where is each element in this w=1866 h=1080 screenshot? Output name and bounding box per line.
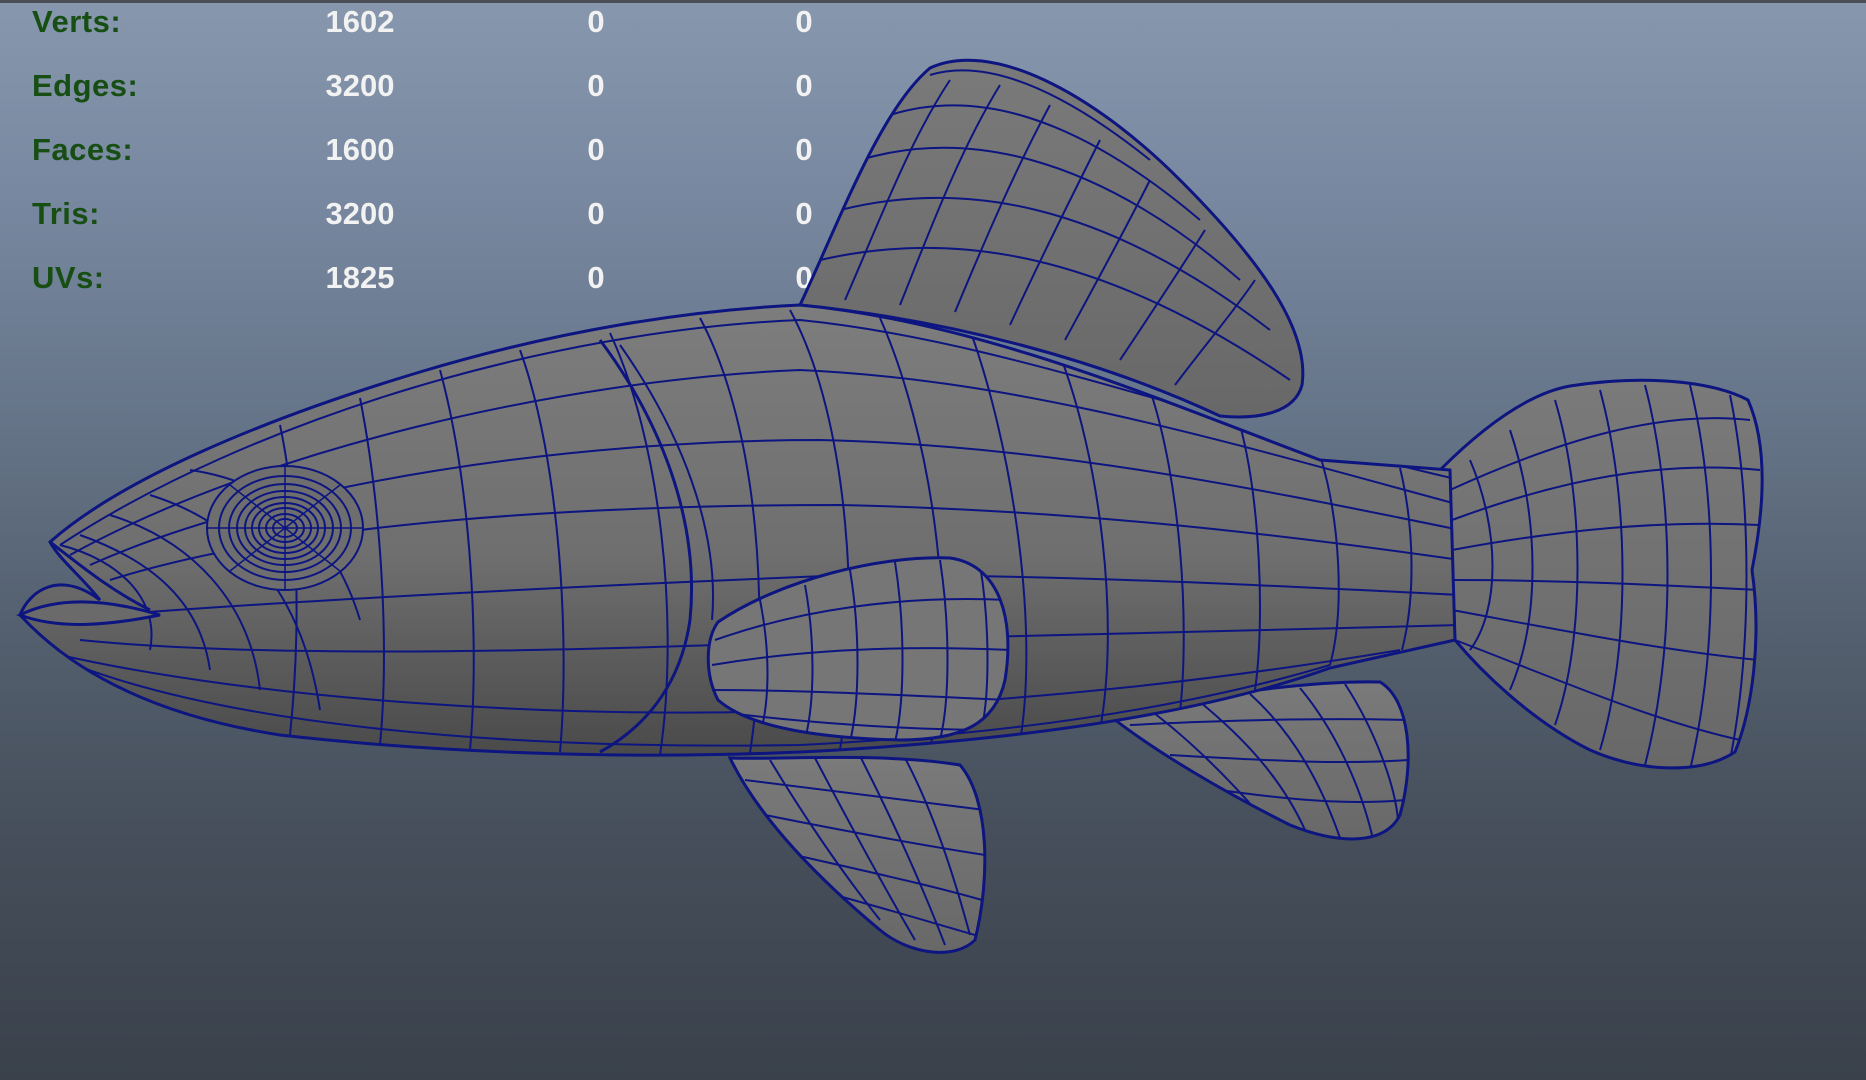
pelvic-fin bbox=[727, 755, 987, 954]
tail-fin bbox=[1438, 378, 1764, 770]
fish-eye bbox=[206, 465, 364, 591]
fish-mesh-model[interactable] bbox=[0, 0, 1866, 1080]
3d-viewport[interactable]: Verts: 1602 0 0 Edges: 3200 0 0 Faces: 1… bbox=[0, 0, 1866, 1080]
